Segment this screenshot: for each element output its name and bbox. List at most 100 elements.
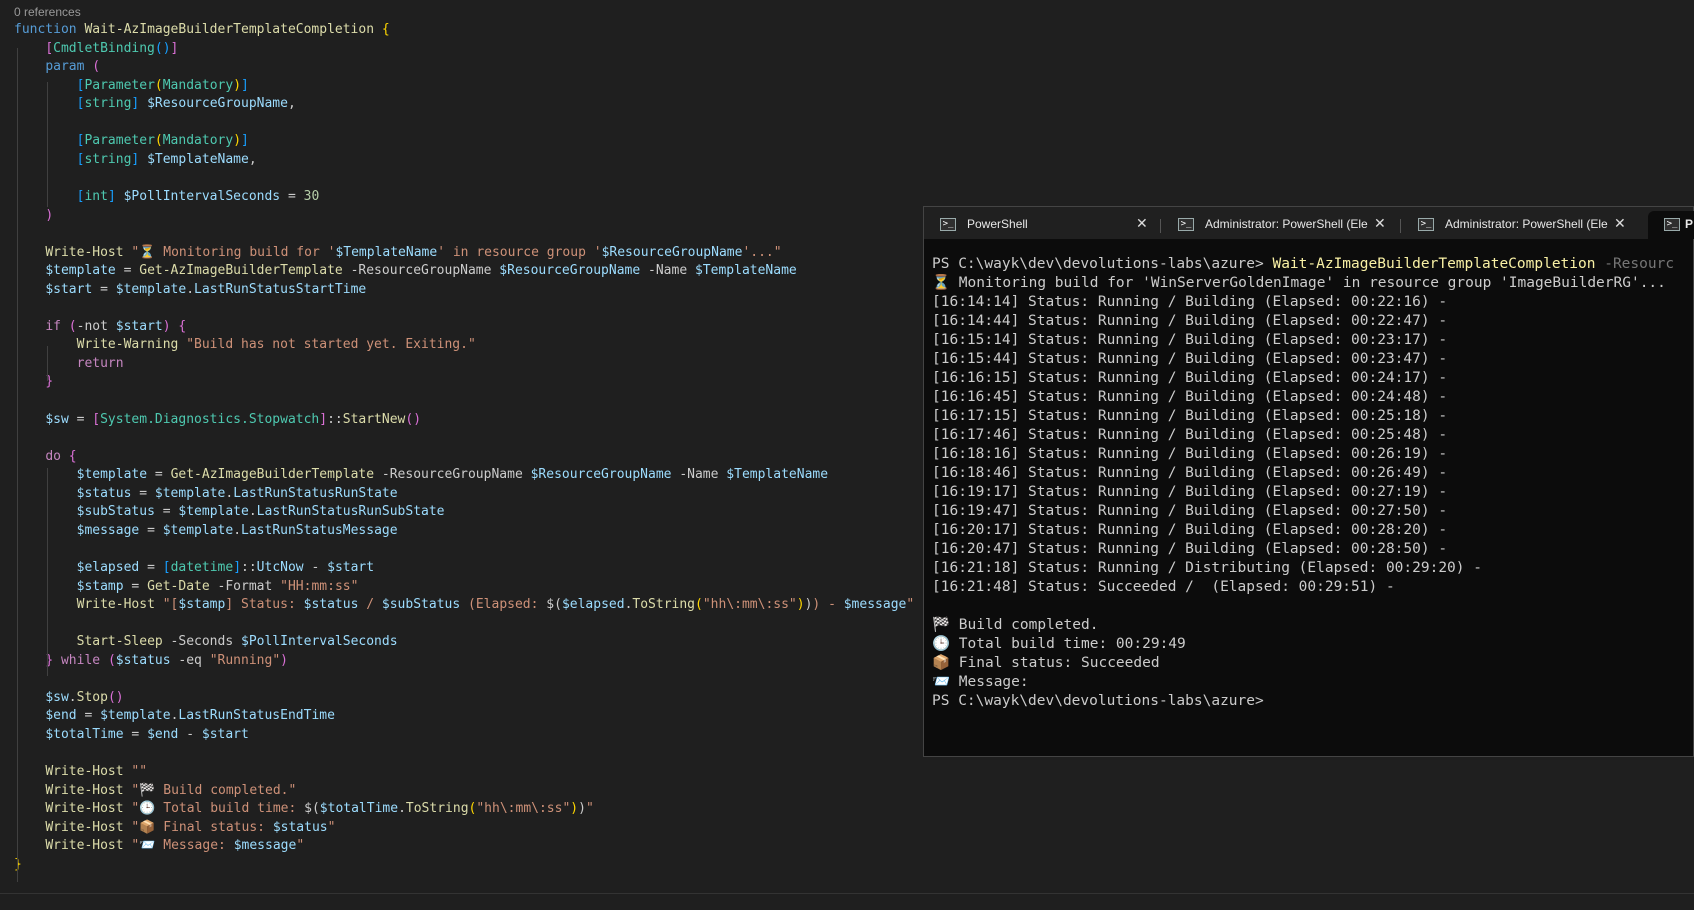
code-token: $subStatus [76, 504, 155, 520]
code-token: $subStatus [381, 597, 461, 613]
output-line: [16:18:16] Status: Running / Building (E… [932, 446, 1448, 462]
code-token: ) [45, 207, 54, 223]
powershell-icon: >_ [1664, 218, 1680, 231]
code-token: -eq [170, 652, 210, 668]
code-token: Parameter [84, 133, 155, 149]
code-token: $template [45, 263, 116, 279]
code-token: " [906, 597, 915, 613]
tab-separator [1400, 219, 1401, 233]
code-line: $sw.Stop() [14, 688, 123, 707]
code-token: ] [319, 411, 328, 427]
code-token: Write-Host [76, 597, 163, 613]
code-line: Write-Host "🕒 Total build time: $($total… [14, 799, 593, 818]
code-token: System.Diagnostics.Stopwatch [100, 411, 320, 427]
code-token: [ [92, 411, 101, 427]
tab-powershell[interactable]: >_ PowerShell ✕ [924, 211, 1152, 239]
code-token: $( [304, 801, 320, 817]
code-token: ToString [632, 597, 696, 613]
terminal-output[interactable]: PS C:\wayk\dev\devolutions-labs\azure> W… [932, 255, 1693, 711]
code-token: $status [76, 485, 132, 501]
code-token: $sw [45, 411, 69, 427]
code-token: $PollIntervalSeconds [241, 634, 398, 650]
tab-label: Administrator: PowerShell (Ele [1445, 217, 1608, 231]
output-line: [16:19:17] Status: Running / Building (E… [932, 484, 1448, 500]
output-line: [16:14:14] Status: Running / Building (E… [932, 294, 1448, 310]
code-token: "⏳ Monitoring build for ' [131, 244, 336, 260]
output-lines: ⏳ Monitoring build for 'WinServerGoldenI… [932, 274, 1693, 692]
code-token: "📨 Message: [131, 838, 234, 854]
tab-admin-powershell-2[interactable]: >_ Administrator: PowerShell (Ele ✕ [1402, 211, 1630, 239]
code-token: $stamp [76, 578, 124, 594]
code-token: param [45, 59, 93, 75]
code-token: "Running" [209, 652, 281, 668]
code-line: $message = $template.LastRunStatusMessag… [14, 521, 398, 540]
editor-bottom-border [0, 893, 1694, 894]
tab-separator [1160, 219, 1161, 233]
code-token: if [45, 318, 69, 334]
code-line: $template = Get-AzImageBuilderTemplate -… [14, 261, 796, 280]
code-token: function [14, 22, 85, 37]
terminal-panel[interactable]: >_ PowerShell ✕ >_ Administrator: PowerS… [923, 206, 1694, 757]
output-line: [16:21:18] Status: Running / Distributin… [932, 560, 1482, 576]
output-line: [16:17:46] Status: Running / Building (E… [932, 427, 1448, 443]
code-line: $elapsed = [datetime]::UtcNow - $start [14, 558, 374, 577]
code-token: "" [131, 764, 148, 779]
code-token: -Name [640, 263, 695, 279]
code-token: ] [241, 77, 249, 93]
code-token: / [358, 597, 382, 613]
code-token: . [186, 281, 195, 297]
code-token: "hh\:mm\:ss" [476, 801, 571, 817]
code-token: ) [162, 318, 171, 334]
code-token: $message [843, 597, 907, 613]
code-token: ( [154, 133, 163, 149]
code-token: ToString [405, 801, 469, 817]
code-token: -Seconds [170, 634, 241, 650]
code-token: $start [201, 726, 249, 742]
code-token: $sw [45, 689, 69, 705]
prompt: PS C:\wayk\dev\devolutions-labs\azure> [932, 256, 1273, 272]
code-token: { [178, 318, 187, 334]
tab-active-powershell[interactable]: >_ P [1648, 211, 1694, 239]
code-token: :: [327, 411, 343, 427]
code-token: { [68, 448, 77, 464]
code-line: if (-not $start) { [14, 317, 186, 336]
code-token: $message [233, 838, 297, 854]
code-token: ( [107, 652, 116, 668]
code-token: $template [162, 522, 234, 538]
code-token: $PollIntervalSeconds [123, 188, 281, 204]
code-token: Write-Host [45, 838, 132, 854]
code-line: Write-Host "" [14, 762, 147, 781]
code-token: = [76, 708, 101, 724]
close-icon[interactable]: ✕ [1374, 215, 1386, 232]
output-line: 🏁 Build completed. [932, 617, 1099, 633]
tab-admin-powershell-1[interactable]: >_ Administrator: PowerShell (Ele ✕ [1162, 211, 1390, 239]
code-token: . [225, 485, 234, 501]
code-token: ] Status: [225, 597, 304, 613]
code-token: ) [280, 652, 288, 668]
code-token: " [296, 838, 305, 854]
code-token: $ResourceGroupName [147, 96, 288, 112]
close-icon[interactable]: ✕ [1136, 215, 1148, 232]
close-icon[interactable]: ✕ [1614, 215, 1626, 232]
code-token: $template [115, 281, 187, 297]
code-token: Write-Warning [76, 337, 187, 353]
code-lens-references[interactable]: 0 references [14, 5, 81, 19]
code-token: string [84, 96, 132, 112]
powershell-icon: >_ [940, 218, 956, 231]
code-token: $start [45, 281, 93, 297]
